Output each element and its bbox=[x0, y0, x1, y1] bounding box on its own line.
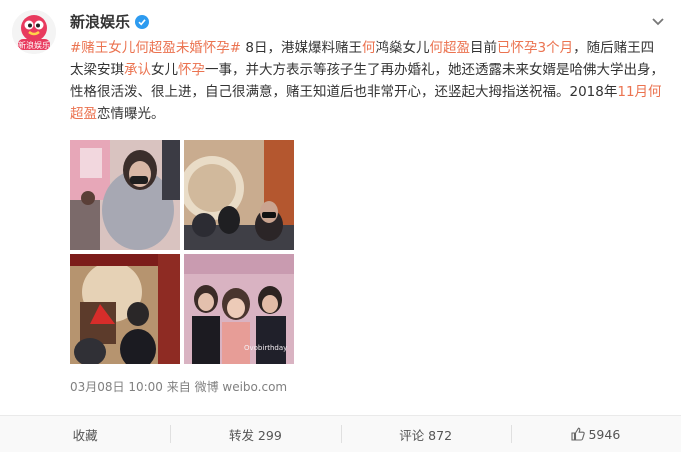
comment-label: 评论 872 bbox=[399, 427, 453, 443]
post-time[interactable]: 03月08日 10:00 bbox=[70, 380, 163, 394]
topic-link[interactable]: 何 bbox=[362, 40, 376, 56]
topic-link[interactable]: 怀孕 bbox=[178, 62, 205, 78]
photo-grid: Ovobirthday bbox=[70, 140, 296, 366]
favorite-label: 收藏 bbox=[72, 427, 98, 443]
topic-link[interactable]: 承认 bbox=[124, 62, 151, 78]
topic-link[interactable]: 何超盈 bbox=[430, 40, 471, 56]
avatar[interactable]: 新浪娱乐 bbox=[12, 10, 56, 54]
post-meta: 03月08日 10:00 来自 微博 weibo.com bbox=[70, 378, 287, 395]
weibo-post: 新浪娱乐 新浪娱乐 #赌王女儿何超盈未婚怀孕# 8日，港媒爆料赌王何鸿燊女儿何超… bbox=[0, 0, 681, 452]
post-text-segment: 恋情曝光。 bbox=[97, 106, 165, 122]
repost-label: 转发 299 bbox=[228, 427, 282, 443]
post-text-segment: 目前 bbox=[470, 40, 498, 56]
action-bar: 收藏 转发 299 评论 872 5946 bbox=[0, 415, 681, 452]
photo-caption: Ovobirthday bbox=[244, 344, 287, 352]
photo-thumbnail[interactable] bbox=[184, 140, 294, 250]
post-text-segment: 鸿燊女儿 bbox=[375, 40, 430, 56]
verified-icon bbox=[135, 14, 150, 29]
photo-thumbnail[interactable] bbox=[70, 254, 180, 364]
account-name-link[interactable]: 新浪娱乐 bbox=[70, 11, 150, 32]
topic-link[interactable]: 已怀孕3个月 bbox=[497, 40, 573, 56]
topic-link[interactable]: 怀孕# bbox=[203, 40, 241, 56]
post-source[interactable]: 来自 微博 weibo.com bbox=[167, 380, 287, 394]
like-count: 5946 bbox=[588, 426, 621, 442]
chevron-down-icon[interactable] bbox=[650, 14, 666, 28]
topic-link[interactable]: 何超盈 bbox=[135, 40, 176, 56]
comment-button[interactable]: 评论 872 bbox=[340, 416, 511, 452]
repost-button[interactable]: 转发 299 bbox=[170, 416, 340, 452]
topic-link[interactable]: #赌王女儿 bbox=[70, 40, 135, 56]
photo-thumbnail[interactable]: Ovobirthday bbox=[184, 254, 294, 364]
topic-link[interactable]: 未婚 bbox=[176, 40, 203, 56]
post-text: #赌王女儿何超盈未婚怀孕# 8日，港媒爆料赌王何鸿燊女儿何超盈目前已怀孕3个月，… bbox=[70, 37, 666, 125]
account-name: 新浪娱乐 bbox=[70, 13, 131, 31]
avatar-text: 新浪娱乐 bbox=[18, 40, 50, 50]
favorite-button[interactable]: 收藏 bbox=[0, 416, 170, 452]
post-text-segment: 女儿 bbox=[151, 62, 178, 78]
thumbs-up-icon bbox=[571, 427, 586, 441]
photo-thumbnail[interactable] bbox=[70, 140, 180, 250]
like-button[interactable]: 5946 bbox=[510, 416, 681, 452]
post-text-segment: 8日，港媒爆料赌王 bbox=[241, 40, 363, 56]
topic-link[interactable]: 11月 bbox=[617, 84, 648, 100]
